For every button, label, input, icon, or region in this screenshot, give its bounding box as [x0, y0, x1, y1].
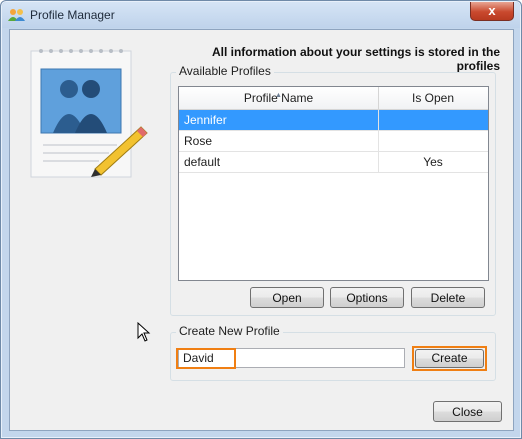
table-row[interactable]: Rose	[179, 131, 488, 151]
available-profiles-label: Available Profiles	[176, 64, 274, 78]
close-button[interactable]: Close	[433, 401, 502, 422]
profiles-table[interactable]: ▲ Profile Name Is Open Jennifer Rose def…	[178, 86, 489, 281]
cell-divider	[378, 131, 379, 151]
profile-name-cell: default	[184, 155, 221, 169]
profile-manager-window: Profile Manager x All information about …	[0, 0, 522, 439]
window-close-button[interactable]: x	[470, 2, 514, 21]
cell-divider	[378, 110, 379, 130]
column-header-profile-name[interactable]: ▲ Profile Name	[179, 87, 378, 109]
create-button-highlight-box	[412, 346, 487, 371]
is-open-cell: Yes	[423, 155, 443, 169]
dialog-body: All information about your settings is s…	[9, 29, 514, 431]
column-header-is-open-label: Is Open	[411, 91, 455, 105]
window-title: Profile Manager	[30, 8, 115, 22]
profile-illustration-icon	[30, 49, 148, 178]
table-header: ▲ Profile Name Is Open	[179, 87, 488, 110]
profile-name-cell: Jennifer	[184, 113, 227, 127]
profile-name-cell: Rose	[184, 134, 213, 148]
options-button[interactable]: Options	[330, 287, 404, 308]
column-header-is-open[interactable]: Is Open	[379, 87, 487, 109]
sort-ascending-icon: ▲	[275, 92, 282, 99]
input-highlight-box	[176, 348, 236, 369]
title-bar[interactable]: Profile Manager x	[2, 2, 520, 28]
table-row[interactable]: default Yes	[179, 152, 488, 172]
profile-manager-icon	[8, 9, 25, 21]
row-divider	[179, 172, 488, 173]
open-button[interactable]: Open	[250, 287, 324, 308]
table-row[interactable]: Jennifer	[179, 110, 488, 130]
mouse-pointer-icon	[137, 322, 151, 342]
delete-button[interactable]: Delete	[411, 287, 485, 308]
create-profile-label: Create New Profile	[176, 324, 283, 338]
